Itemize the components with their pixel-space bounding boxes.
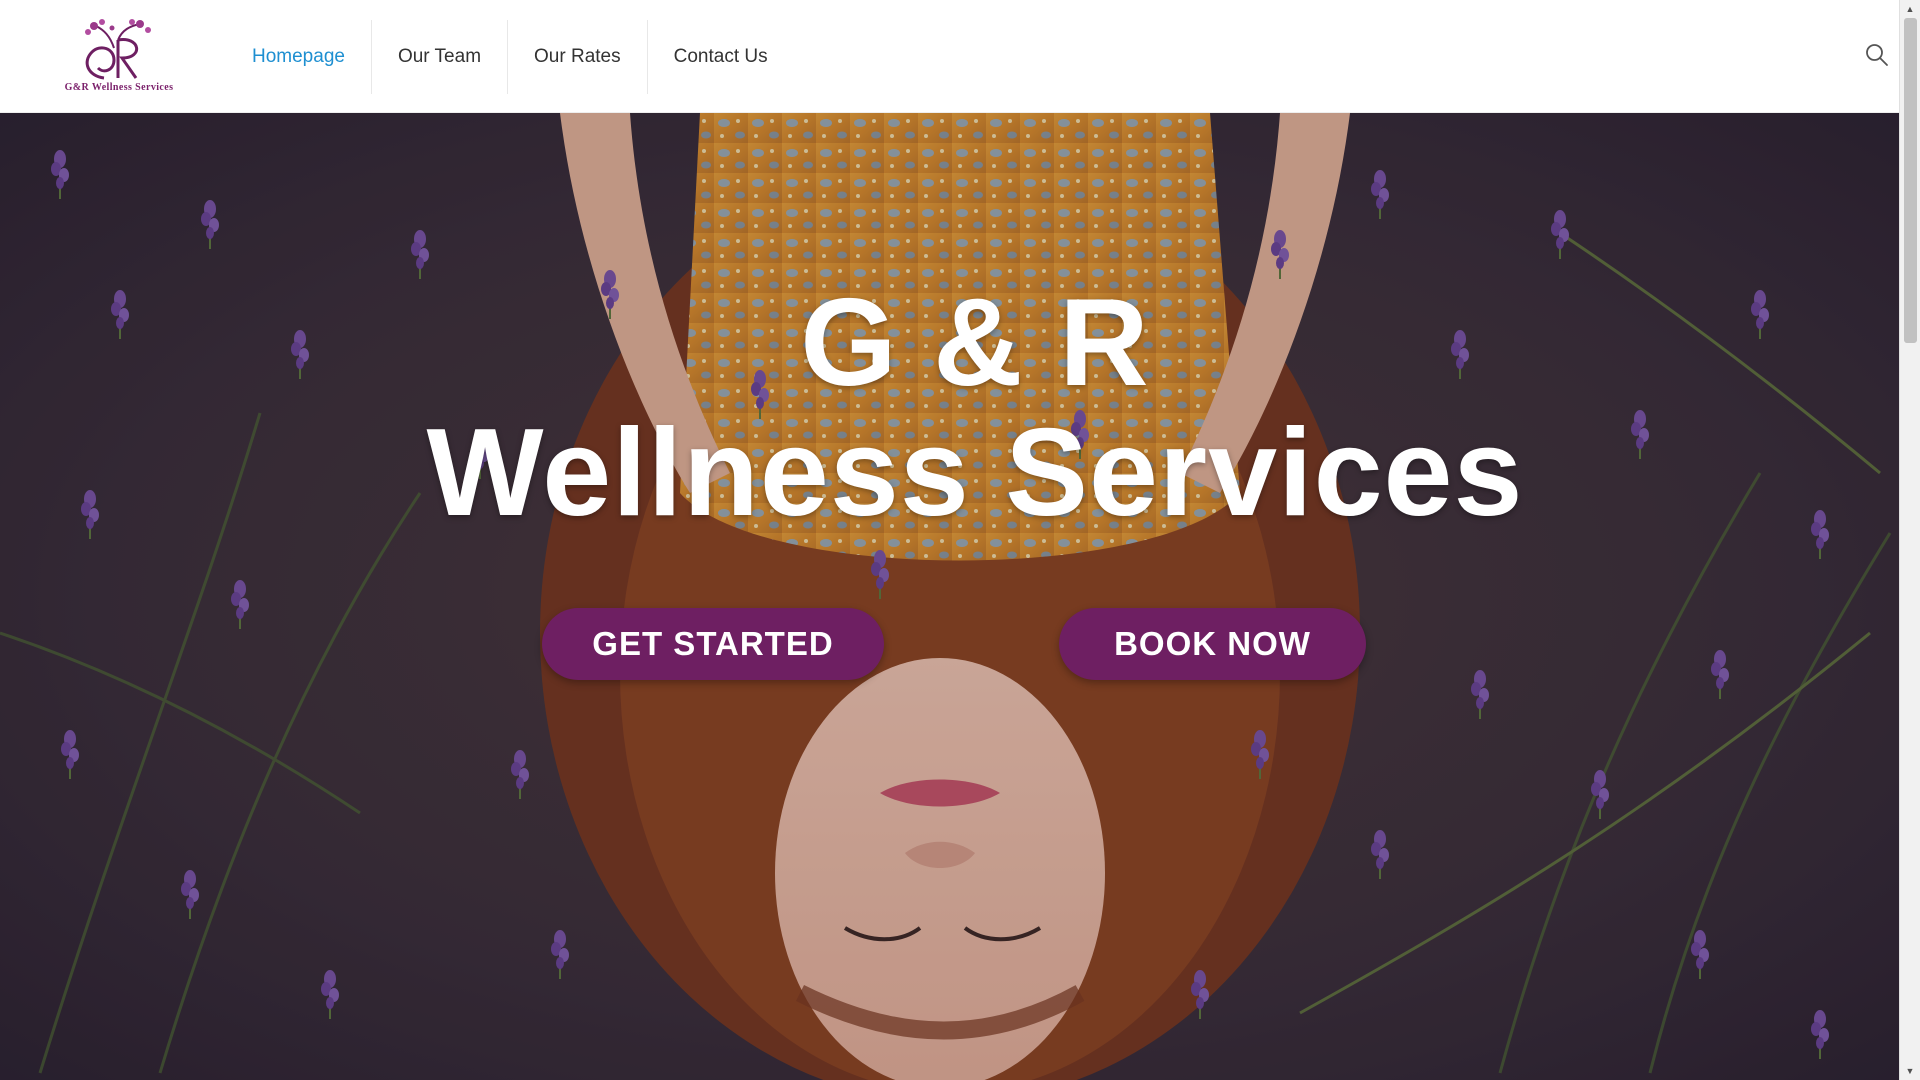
get-started-button[interactable]: GET STARTED	[542, 608, 884, 680]
scroll-up-arrow-icon[interactable]: ▲	[1900, 0, 1920, 18]
hero-title-line1: G & R	[800, 274, 1150, 412]
scroll-down-arrow-icon[interactable]: ▼	[1900, 1062, 1920, 1080]
main-nav: Homepage Our Team Our Rates Contact Us	[226, 20, 794, 94]
nav-item-our-rates[interactable]: Our Rates	[508, 20, 648, 94]
page-scrollbar[interactable]: ▲ ▼	[1899, 0, 1920, 1080]
scrollbar-thumb[interactable]	[1904, 18, 1917, 343]
logo-tree-icon	[85, 19, 151, 80]
search-button[interactable]	[1864, 42, 1890, 68]
search-icon	[1866, 44, 1888, 66]
hero-title-line2: Wellness Services	[426, 404, 1524, 542]
site-header: G&R Wellness Services Homepage Our Team …	[0, 0, 1899, 113]
logo-text: G&R Wellness Services	[64, 82, 174, 93]
nav-item-our-team[interactable]: Our Team	[372, 20, 509, 94]
hero-overlay	[0, 113, 1899, 1080]
book-now-button[interactable]: BOOK NOW	[1059, 608, 1366, 680]
site-logo[interactable]: G&R Wellness Services	[40, 18, 200, 98]
nav-item-contact-us[interactable]: Contact Us	[648, 20, 794, 94]
hero-section: G & R Wellness Services GET STARTED BOOK…	[0, 113, 1899, 1080]
hero-title: G & R Wellness Services	[0, 278, 1899, 538]
nav-item-homepage[interactable]: Homepage	[226, 20, 372, 94]
